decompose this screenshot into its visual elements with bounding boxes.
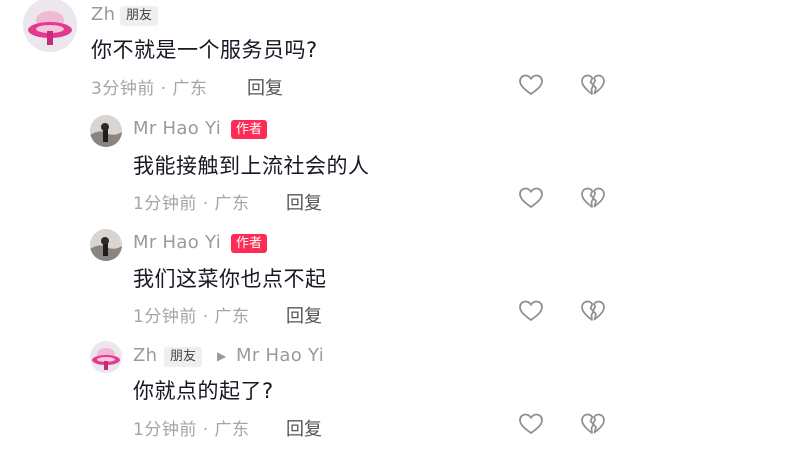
avatar-image <box>23 0 77 52</box>
comment-username[interactable]: Mr Hao Yi <box>133 232 221 253</box>
comment-text: 你就点的起了? <box>133 379 274 403</box>
author-tag: 作者 <box>231 120 268 139</box>
broken-heart-icon[interactable] <box>580 412 606 436</box>
reply-item: Zh 朋友 ▶ Mr Hao Yi 你就点的起了? 1分钟前 · 广东 回复 <box>0 339 787 451</box>
avatar[interactable] <box>23 0 77 52</box>
comment-username[interactable]: Mr Hao Yi <box>133 118 221 139</box>
avatar[interactable] <box>90 341 122 373</box>
avatar-image <box>90 115 122 147</box>
friend-tag: 朋友 <box>164 347 203 367</box>
broken-heart-icon[interactable] <box>580 186 606 210</box>
reply-item: Mr Hao Yi 作者 我们这菜你也点不起 1分钟前 · 广东 回复 <box>0 226 787 336</box>
comment-text: 我们这菜你也点不起 <box>133 267 327 291</box>
author-tag: 作者 <box>231 234 268 253</box>
comment-text: 你不就是一个服务员吗? <box>91 38 318 62</box>
heart-outline-icon[interactable] <box>518 186 544 210</box>
reply-button[interactable]: 回复 <box>286 189 322 215</box>
avatar-image <box>90 229 122 261</box>
heart-outline-icon[interactable] <box>518 73 544 97</box>
play-triangle-icon: ▶ <box>217 349 227 363</box>
comment-time-location: 1分钟前 · 广东 <box>133 420 250 440</box>
reply-button[interactable]: 回复 <box>286 415 322 441</box>
comment-time-location: 1分钟前 · 广东 <box>133 194 250 214</box>
broken-heart-icon[interactable] <box>580 299 606 323</box>
comment-time-location: 1分钟前 · 广东 <box>133 307 250 327</box>
reply-to-username[interactable]: Mr Hao Yi <box>236 345 324 366</box>
avatar-image <box>90 341 122 373</box>
broken-heart-icon[interactable] <box>580 73 606 97</box>
reply-button[interactable]: 回复 <box>286 302 322 328</box>
comment-item: Zh 朋友 你不就是一个服务员吗? 3分钟前 · 广东 回复 <box>0 0 787 100</box>
reply-item: Mr Hao Yi 作者 我能接触到上流社会的人 1分钟前 · 广东 回复 <box>0 112 787 222</box>
comment-time-location: 3分钟前 · 广东 <box>91 79 208 99</box>
comment-username[interactable]: Zh <box>91 4 115 25</box>
avatar[interactable] <box>90 115 122 147</box>
comment-text: 我能接触到上流社会的人 <box>133 154 370 178</box>
comment-username[interactable]: Zh <box>133 345 157 366</box>
heart-outline-icon[interactable] <box>518 299 544 323</box>
heart-outline-icon[interactable] <box>518 412 544 436</box>
reply-button[interactable]: 回复 <box>247 74 283 100</box>
avatar[interactable] <box>90 229 122 261</box>
friend-tag: 朋友 <box>120 6 159 26</box>
